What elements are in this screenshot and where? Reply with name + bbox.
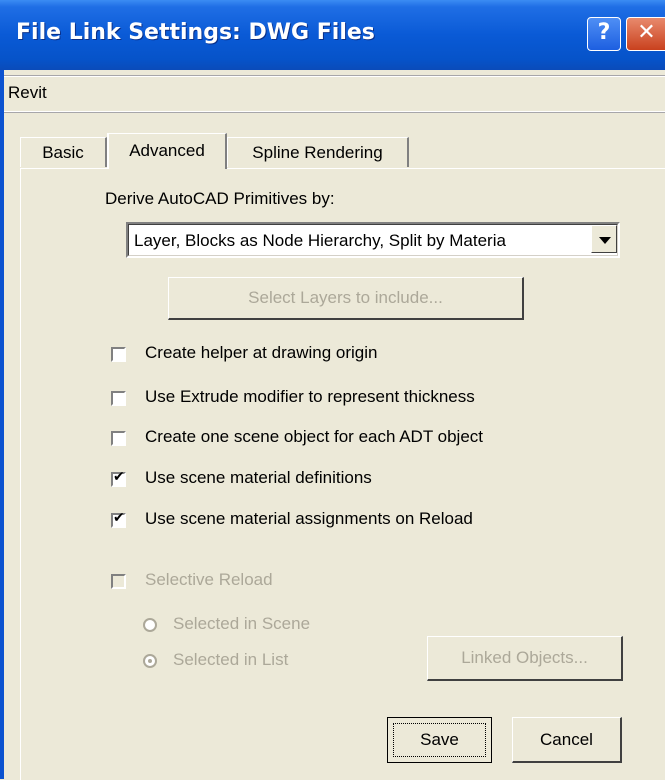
help-icon: ?: [597, 20, 611, 45]
derive-primitives-dropdown[interactable]: Layer, Blocks as Node Hierarchy, Split b…: [126, 222, 620, 258]
chevron-down-icon[interactable]: [591, 225, 617, 253]
window-frame: [0, 70, 4, 779]
selected-in-scene-radio[interactable]: [143, 618, 157, 632]
cancel-button[interactable]: Cancel: [512, 717, 622, 763]
preset-name: Revit: [8, 83, 47, 102]
selected-in-list-radio[interactable]: [143, 654, 157, 668]
scene-material-assignments-checkbox[interactable]: [111, 510, 126, 528]
linked-objects-button[interactable]: Linked Objects...: [427, 636, 623, 681]
tab-basic[interactable]: Basic: [20, 137, 107, 167]
select-layers-button[interactable]: Select Layers to include...: [168, 277, 524, 320]
scene-material-definitions-label: Use scene material definitions: [145, 468, 372, 487]
dialog-title: File Link Settings: DWG Files: [16, 20, 375, 45]
use-extrude-label: Use Extrude modifier to represent thickn…: [145, 387, 475, 406]
tab-spline-rendering[interactable]: Spline Rendering: [227, 137, 409, 167]
derive-primitives-label: Derive AutoCAD Primitives by:: [105, 189, 335, 208]
derive-primitives-value: Layer, Blocks as Node Hierarchy, Split b…: [134, 231, 506, 250]
one-scene-object-checkbox[interactable]: [111, 431, 126, 446]
title-bar[interactable]: File Link Settings: DWG Files ? ✕: [0, 0, 665, 70]
help-button[interactable]: ?: [587, 17, 621, 51]
selected-in-scene-label: Selected in Scene: [173, 614, 311, 633]
scene-material-assignments-label: Use scene material assignments on Reload: [145, 509, 473, 528]
close-icon: ✕: [637, 20, 656, 45]
selective-reload-checkbox[interactable]: [111, 574, 126, 589]
create-helper-label: Create helper at drawing origin: [145, 343, 378, 362]
create-helper-checkbox[interactable]: [111, 347, 126, 362]
selected-in-list-label: Selected in List: [173, 650, 289, 669]
save-button[interactable]: Save: [387, 717, 492, 763]
close-button[interactable]: ✕: [626, 17, 665, 51]
scene-material-definitions-checkbox[interactable]: [111, 469, 126, 487]
file-link-settings-dialog: File Link Settings: DWG Files ? ✕ Revit …: [0, 0, 665, 780]
preset-bar: Revit: [4, 75, 665, 112]
selective-reload-label: Selective Reload: [145, 570, 273, 589]
tab-advanced[interactable]: Advanced: [107, 133, 227, 169]
use-extrude-checkbox[interactable]: [111, 391, 126, 406]
one-scene-object-label: Create one scene object for each ADT obj…: [145, 427, 483, 446]
